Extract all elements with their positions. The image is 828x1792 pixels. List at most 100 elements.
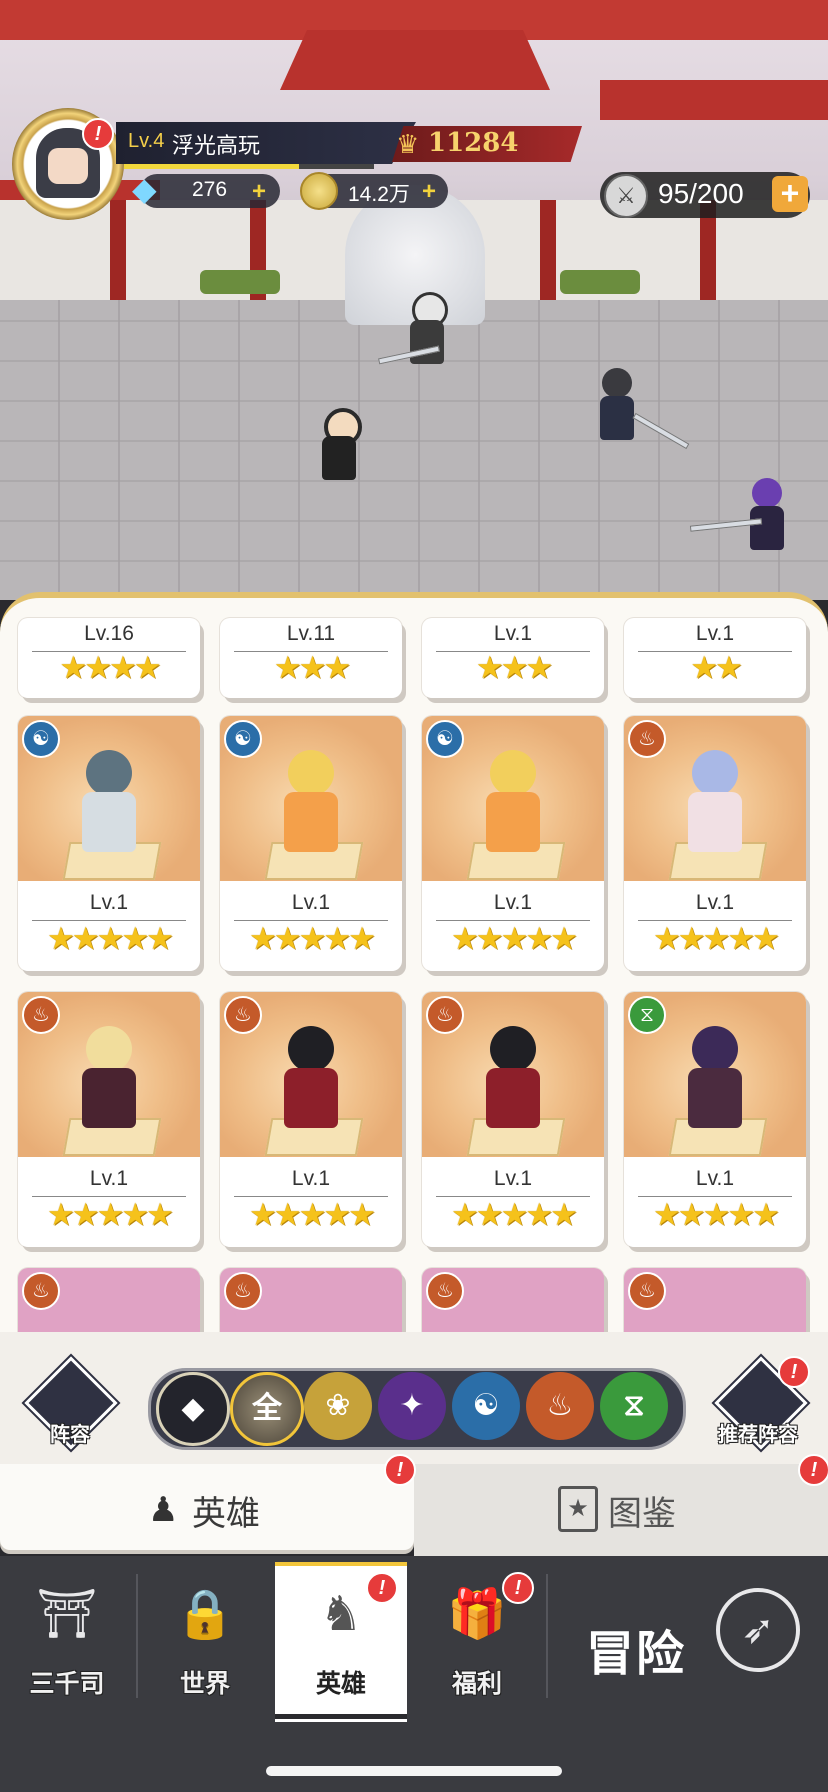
element-icon: ♨ (224, 1272, 262, 1310)
nav-selected-indicator (275, 1714, 407, 1719)
masked-swordsman-unit[interactable] (378, 292, 454, 372)
hero-body (284, 792, 338, 852)
adventure-button[interactable]: 冒险 (586, 1614, 686, 1684)
hero-list-panel[interactable]: Lv.16 ★★★★ Lv.11 ★★★ Lv.1 ★★★ Lv.1 ★★ ☯ … (0, 592, 828, 1338)
element-icon: ☯ (22, 720, 60, 758)
nav-divider (136, 1574, 138, 1698)
flower-bed (200, 270, 280, 294)
heroes-nav-alert-badge: ! (366, 1572, 398, 1604)
avatar-face (48, 148, 88, 184)
hero-stars: ★★★★★ (451, 1197, 578, 1232)
hero-level: Lv.1 (493, 1167, 533, 1190)
hero-stars: ★★★★★ (653, 1197, 780, 1232)
gems-add-button[interactable]: + (252, 178, 266, 206)
hero-card[interactable]: ♨ (220, 1268, 402, 1338)
exp-bar-fill (124, 164, 299, 169)
hero-level: Lv.1 (695, 891, 735, 914)
hero-level: Lv.1 (493, 891, 533, 914)
temple-roof-right (600, 80, 828, 120)
hero-level: Lv.1 (89, 1167, 129, 1190)
filter-sort-button[interactable]: ◆ (156, 1372, 230, 1446)
avatar-alert-badge: ! (82, 118, 114, 150)
hero-head (692, 1026, 738, 1072)
hero-card[interactable]: Lv.1 ★★★ (422, 618, 604, 698)
battle-scene (0, 0, 828, 600)
fire-filter-icon[interactable]: ♨ (526, 1372, 594, 1440)
hero-head (86, 750, 132, 796)
element-icon: ☯ (426, 720, 464, 758)
hero-level: Lv.1 (89, 891, 129, 914)
hero-card[interactable]: Lv.1 ★★ (624, 618, 806, 698)
hero-stars: ★★★★★ (653, 921, 780, 956)
hero-figure (74, 1026, 144, 1136)
gold-add-button[interactable]: + (422, 178, 436, 206)
filter-all-button[interactable]: 全 (230, 1372, 304, 1446)
hero-head (288, 750, 334, 796)
exp-bar (124, 164, 374, 169)
player-name: 浮光高玩 (172, 133, 261, 158)
element-icon: ☯ (224, 720, 262, 758)
element-icon: ♨ (628, 1272, 666, 1310)
hero-level: Lv.16 (84, 622, 134, 645)
element-icon: ♨ (22, 996, 60, 1034)
hero-level: Lv.1 (493, 622, 533, 645)
hero-card[interactable]: ☯ Lv.1 ★★★★★ (220, 716, 402, 971)
coin-icon (300, 172, 338, 210)
hero-card[interactable]: ♨ Lv.1 ★★★★★ (18, 992, 200, 1247)
hero-card[interactable]: ☯ Lv.1 ★★★★★ (18, 716, 200, 971)
pagoda-icon: ⛩ (36, 1588, 98, 1641)
hero-figure (680, 750, 750, 860)
nav-label: 三千司 (29, 1670, 105, 1698)
hero-figure (680, 1026, 750, 1136)
stamina-add-button[interactable]: + (772, 176, 808, 212)
hero-head (692, 750, 738, 796)
gold-value: 14.2万 (348, 183, 410, 206)
dark-flame-filter-icon[interactable]: ✦ (378, 1372, 446, 1440)
element-icon: ♨ (224, 996, 262, 1034)
element-icon: ⧖ (628, 996, 666, 1034)
hero-stars: ★★★★★ (47, 921, 174, 956)
hero-tab-icon: ♟ (148, 1491, 179, 1529)
gift-box-icon: 🎁 (447, 1588, 507, 1641)
hero-card[interactable]: ☯ Lv.1 ★★★★★ (422, 716, 604, 971)
hero-card[interactable]: ♨ Lv.1 ★★★★★ (220, 992, 402, 1247)
lotus-filter-icon[interactable]: ❀ (304, 1372, 372, 1440)
black-coat-swordsman-unit[interactable] (590, 368, 690, 450)
hero-card[interactable]: ♨ (18, 1268, 200, 1338)
hero-level: Lv.1 (695, 622, 735, 645)
hero-figure (478, 1026, 548, 1136)
purple-hair-swordswoman-unit[interactable] (689, 478, 794, 558)
nav-item-world[interactable]: 🔒 世界 (140, 1560, 270, 1720)
hero-head (288, 1026, 334, 1072)
hero-card[interactable]: Lv.16 ★★★★ (18, 618, 200, 698)
hero-card[interactable]: Lv.11 ★★★ (220, 618, 402, 698)
nun-unit[interactable] (312, 408, 366, 488)
hero-stars: ★★★★★ (249, 1197, 376, 1232)
home-indicator[interactable] (266, 1766, 562, 1776)
element-icon: ♨ (22, 1272, 60, 1310)
flower-bed (560, 270, 640, 294)
nav-item-sanqiansi[interactable]: ⛩ 三千司 (2, 1560, 132, 1720)
recommended-lineup-label: 推荐阵容 (718, 1424, 798, 1446)
diamond-icon: ◆ (132, 171, 157, 207)
compass-icon[interactable]: ➶ (716, 1588, 800, 1672)
player-level: Lv.4 (128, 130, 165, 152)
hero-card[interactable]: ♨ (422, 1268, 604, 1338)
gems-value: 276 (192, 178, 228, 201)
hero-card[interactable]: ♨ Lv.1 ★★★★★ (624, 716, 806, 971)
nav-label: 世界 (179, 1670, 230, 1698)
hero-card[interactable]: ♨ (624, 1268, 806, 1338)
hero-card[interactable]: ⧖ Lv.1 ★★★★★ (624, 992, 806, 1247)
hero-figure (276, 750, 346, 860)
hero-body (486, 792, 540, 852)
hero-body (486, 1068, 540, 1128)
pillar (540, 200, 556, 300)
hero-body (82, 1068, 136, 1128)
hero-figure (478, 750, 548, 860)
nature-filter-icon[interactable]: ⧖ (600, 1372, 668, 1440)
hero-card[interactable]: ♨ Lv.1 ★★★★★ (422, 992, 604, 1247)
lineup-button[interactable]: 阵容 (24, 1356, 118, 1454)
water-filter-icon[interactable]: ☯ (452, 1372, 520, 1440)
hero-figure (276, 1026, 346, 1136)
crest-icon: ♛ (396, 129, 420, 159)
